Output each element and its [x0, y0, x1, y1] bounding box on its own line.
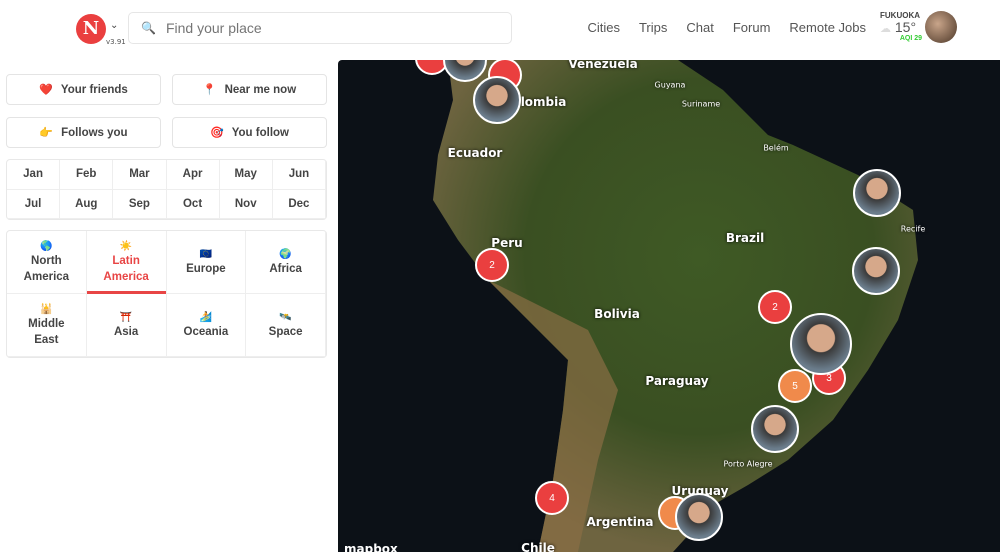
region-label: North America — [23, 254, 70, 283]
region-north-america[interactable]: 🌎 North America — [7, 231, 87, 294]
cluster-marker[interactable]: 5 — [778, 369, 812, 403]
torii-icon: ⛩️ — [119, 311, 133, 323]
filter-label: You follow — [231, 126, 289, 139]
map-label: Paraguay — [645, 374, 709, 388]
region-tabs: 🌎 North America ☀️ Latin America 🇪🇺 Europe … — [6, 230, 327, 358]
mapbox-attribution[interactable]: mapbox — [344, 542, 398, 552]
month-oct[interactable]: Oct — [166, 189, 220, 219]
nav-remote-jobs[interactable]: Remote Jobs — [789, 20, 866, 35]
month-may[interactable]: May — [219, 160, 273, 190]
weather-widget[interactable]: FUKUOKA ☁ 15° AQI 29 — [880, 11, 922, 42]
month-mar[interactable]: Mar — [113, 160, 167, 190]
map-label: Brazil — [725, 231, 765, 245]
logo[interactable]: N — [76, 14, 106, 44]
filter-label: Your friends — [60, 83, 128, 96]
region-oceania[interactable]: 🏄 Oceania — [166, 294, 247, 357]
month-apr[interactable]: Apr — [166, 160, 220, 190]
region-middle-east[interactable]: 🕌 Middle East — [7, 294, 87, 357]
map-label: Recife — [900, 224, 926, 234]
sun-icon: ☀️ — [119, 240, 133, 252]
map-label: Porto Alegre — [723, 459, 773, 469]
region-africa[interactable]: 🌍 Africa — [246, 231, 326, 294]
chevron-down-icon[interactable]: ⌄ — [110, 20, 118, 31]
cluster-marker[interactable]: 2 — [475, 248, 509, 282]
search-input[interactable] — [165, 20, 486, 36]
nav-trips[interactable]: Trips — [639, 20, 667, 35]
region-label: Africa — [269, 262, 302, 275]
cluster-marker[interactable]: 2 — [758, 290, 792, 324]
region-label: Space — [268, 325, 303, 338]
cloud-icon: ☁ — [880, 23, 891, 35]
surfer-icon: 🏄 — [199, 311, 213, 323]
filter-near-me-now[interactable]: 📍 Near me now — [172, 74, 327, 105]
search-icon: 🔍 — [141, 21, 156, 35]
month-nov[interactable]: Nov — [219, 189, 273, 219]
region-space[interactable]: 🛰️ Space — [246, 294, 326, 357]
region-label: Oceania — [183, 325, 229, 338]
map-label: Venezuela — [568, 60, 638, 71]
user-marker-avatar[interactable] — [790, 313, 852, 375]
month-jun[interactable]: Jun — [272, 160, 326, 190]
nav-forum[interactable]: Forum — [733, 20, 771, 35]
mosque-icon: 🕌 — [40, 303, 53, 315]
search-box[interactable]: 🔍 — [128, 12, 512, 44]
eu-flag-icon: 🇪🇺 — [199, 248, 213, 260]
map-label: Guyana — [654, 80, 686, 90]
globe-americas-icon: 🌎 — [40, 240, 53, 252]
month-selector: Jan Feb Mar Apr May Jun Jul Aug Sep Oct … — [6, 159, 327, 220]
user-avatar[interactable] — [925, 11, 957, 43]
main-nav: Cities Trips Chat Forum Remote Jobs — [587, 20, 866, 35]
map-label: Chile — [521, 541, 555, 552]
filter-label: Follows you — [61, 126, 128, 139]
month-sep[interactable]: Sep — [113, 189, 167, 219]
month-jul[interactable]: Jul — [7, 189, 61, 219]
continent-shape — [433, 60, 918, 552]
region-label: Europe — [186, 262, 226, 275]
user-marker-avatar[interactable] — [852, 247, 900, 295]
weather-temp: 15° — [894, 19, 917, 35]
heart-icon: ❤️ — [39, 84, 53, 96]
month-feb[interactable]: Feb — [60, 160, 114, 190]
nav-cities[interactable]: Cities — [587, 20, 620, 35]
pointing-hand-icon: 👉 — [39, 127, 54, 139]
region-label: Latin America — [103, 254, 149, 283]
filter-label: Near me now — [224, 83, 297, 96]
version-label: v3.91 — [106, 38, 126, 46]
region-label: Asia — [113, 325, 139, 338]
pin-icon: 📍 — [202, 84, 217, 96]
user-marker-avatar[interactable] — [751, 405, 799, 453]
map-label: Ecuador — [447, 146, 503, 160]
filter-you-follow[interactable]: 🎯 You follow — [172, 117, 327, 148]
month-jan[interactable]: Jan — [7, 160, 61, 190]
user-marker-avatar[interactable] — [473, 76, 521, 124]
region-label: Middle East — [28, 317, 65, 346]
map-label: Bolivia — [594, 307, 640, 321]
map-label: Suriname — [681, 99, 721, 109]
nav-chat[interactable]: Chat — [686, 20, 713, 35]
filter-your-friends[interactable]: ❤️ Your friends — [6, 74, 161, 105]
weather-aqi: AQI 29 — [899, 35, 922, 42]
filter-follows-you[interactable]: 👉 Follows you — [6, 117, 161, 148]
user-marker-avatar[interactable] — [675, 493, 723, 541]
user-marker-avatar[interactable] — [853, 169, 901, 217]
cluster-marker[interactable]: 4 — [535, 481, 569, 515]
region-europe[interactable]: 🇪🇺 Europe — [166, 231, 247, 294]
map-label: Argentina — [586, 515, 654, 529]
header: N ⌄ v3.91 🔍 Cities Trips Chat Forum Remo… — [0, 0, 1000, 58]
month-aug[interactable]: Aug — [60, 189, 114, 219]
region-latin-america[interactable]: ☀️ Latin America — [86, 231, 167, 294]
month-dec[interactable]: Dec — [272, 189, 326, 219]
satellite-icon: 🛰️ — [279, 311, 292, 323]
map[interactable]: Venezuela Guyana Suriname Colombia Ecuad… — [338, 60, 1000, 552]
map-label: Belém — [763, 143, 789, 153]
globe-africa-icon: 🌍 — [279, 248, 292, 260]
target-icon: 🎯 — [210, 127, 224, 139]
region-asia[interactable]: ⛩️ Asia — [86, 294, 167, 357]
